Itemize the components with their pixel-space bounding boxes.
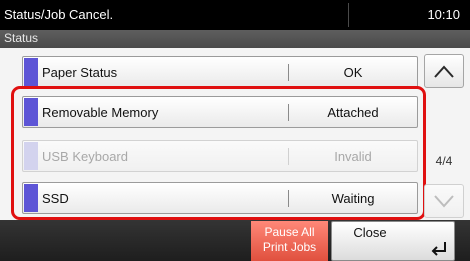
row-marker (24, 58, 38, 86)
status-label: Status (4, 31, 39, 45)
clock: 10:10 (427, 7, 460, 22)
pause-label-line2: Print Jobs (262, 240, 317, 254)
close-label: Close (353, 225, 387, 240)
title-bar: Status/Job Cancel. 10:10 (0, 0, 470, 30)
pause-all-print-jobs-button[interactable]: Pause All Print Jobs (251, 221, 328, 261)
close-button[interactable]: Close (331, 221, 455, 261)
screen-title: Status/Job Cancel. (4, 7, 114, 22)
scroll-up-button[interactable] (424, 54, 464, 88)
device-status-value: OK (343, 65, 363, 80)
pause-label-line1: Pause All (264, 225, 315, 239)
scroll-down-button (424, 184, 464, 218)
chevron-up-icon (434, 65, 454, 78)
status-tab-bar: Status (0, 30, 470, 48)
enter-return-icon (431, 242, 446, 256)
device-row-paper-status[interactable]: Paper Status OK (22, 56, 418, 88)
title-divider (348, 3, 349, 27)
device-name: Paper Status (42, 65, 118, 80)
page-indicator: 4/4 (435, 154, 453, 168)
bottom-action-bar: Pause All Print Jobs Close (0, 220, 470, 261)
highlight-frame (11, 86, 426, 220)
chevron-down-icon (434, 195, 454, 208)
